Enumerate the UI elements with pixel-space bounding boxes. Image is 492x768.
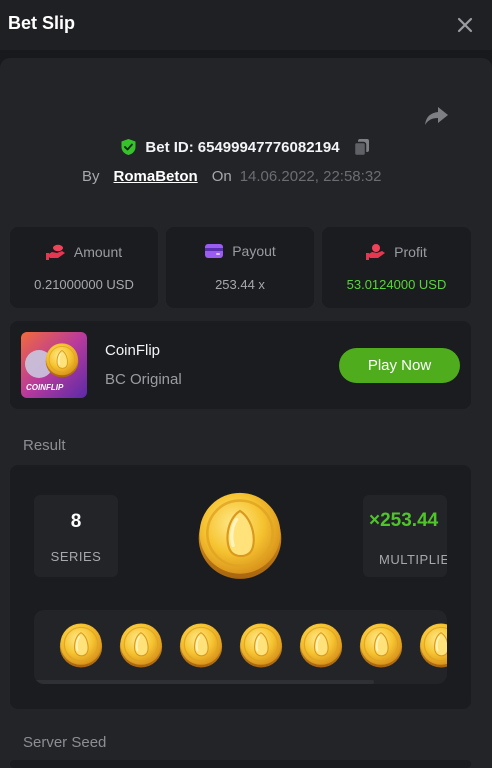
multiplier-label: MULTIPLIER [379, 552, 447, 567]
game-card: COINFLIP CoinFlip BC Original Play Now [10, 321, 471, 409]
bet-date: 14.06.2022, 22:58:32 [239, 167, 382, 185]
payout-value: 253.44 x [215, 277, 265, 292]
payout-label: Payout [232, 243, 276, 259]
coin-icon [359, 621, 403, 669]
hand-coin-icon [366, 244, 386, 260]
server-seed-field[interactable] [10, 760, 471, 768]
header-bar: Bet Slip [0, 0, 492, 50]
close-icon[interactable] [452, 12, 478, 38]
game-provider: BC Original [105, 371, 182, 388]
game-name: CoinFlip [105, 342, 161, 359]
result-label: Result [23, 437, 66, 454]
page-title: Bet Slip [8, 13, 76, 33]
coin-icon [419, 621, 447, 669]
coin-icon [239, 621, 283, 669]
on-label: On [211, 167, 232, 185]
thumb-title: COINFLIP [26, 383, 64, 392]
bet-id-row: Bet ID: 65499947776082194 [0, 134, 492, 160]
username-link[interactable]: RomaBeton [114, 168, 198, 185]
bet-id-value: 65499947776082194 [197, 138, 340, 156]
profit-card: Profit 53.0124000 USD [322, 227, 471, 308]
profit-value: 53.0124000 USD [346, 277, 447, 292]
coin-icon [59, 621, 103, 669]
game-thumbnail[interactable]: COINFLIP [21, 332, 87, 398]
copy-icon[interactable] [352, 137, 372, 157]
coin-icon [299, 621, 343, 669]
wallet-card-icon [205, 244, 224, 258]
coin-track-scrollbar[interactable] [34, 680, 374, 684]
result-card: 8 SERIES ×253.44 MULTIPLIER [10, 465, 471, 709]
coin-history-track[interactable] [34, 610, 447, 684]
coins-hand-icon [45, 244, 65, 260]
bet-id-label: Bet ID: [145, 138, 194, 156]
amount-card: Amount 0.21000000 USD [10, 227, 158, 308]
amount-value: 0.21000000 USD [34, 277, 134, 292]
payout-card: Payout 253.44 x [166, 227, 314, 308]
play-now-button[interactable]: Play Now [339, 348, 460, 383]
by-label: By [82, 167, 100, 185]
series-box: 8 SERIES [34, 495, 118, 577]
amount-label: Amount [73, 244, 123, 260]
bet-meta-row: By RomaBeton On 14.06.2022, 22:58:32 [82, 166, 382, 186]
multiplier-box: ×253.44 MULTIPLIER [363, 495, 447, 577]
result-coin-icon [197, 491, 283, 580]
series-value: 8 [70, 511, 82, 532]
shield-check-icon [121, 139, 136, 155]
share-icon[interactable] [422, 102, 450, 130]
coin-icon [179, 621, 223, 669]
profit-label: Profit [394, 244, 427, 260]
coin-icon [119, 621, 163, 669]
multiplier-value: ×253.44 [369, 510, 439, 531]
series-label: SERIES [50, 549, 102, 564]
server-seed-label: Server Seed [23, 734, 107, 751]
